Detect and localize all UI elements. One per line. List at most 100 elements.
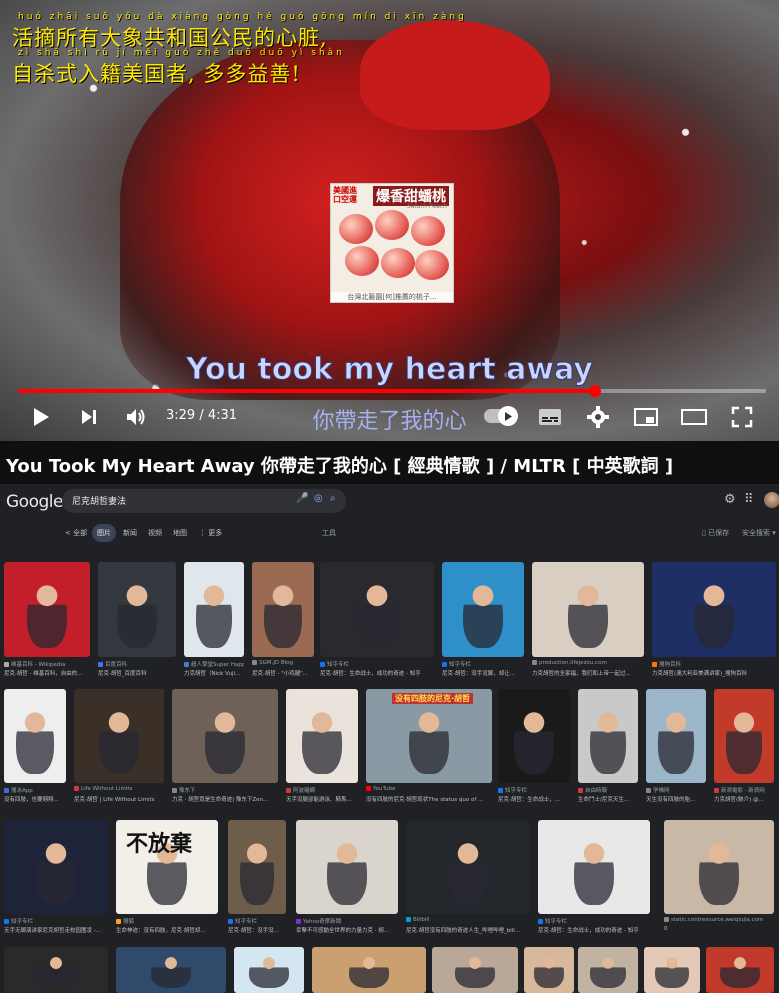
image-result[interactable]: [406, 820, 530, 914]
image-result[interactable]: [234, 947, 304, 993]
result-caption[interactable]: 0: [664, 926, 774, 932]
result-caption[interactable]: 力克胡哲的全家福，我们和上帝一起过...: [532, 669, 644, 677]
mic-icon[interactable]: 🎤: [296, 493, 308, 504]
play-button[interactable]: [28, 402, 54, 432]
result-caption[interactable]: 无手无脚演讲家尼克胡哲走校园圍凌 -...: [4, 926, 108, 934]
result-caption[interactable]: 尼克·胡哲：生命战士，...: [498, 795, 570, 803]
saved-link[interactable]: ▯ 已保存: [702, 528, 729, 538]
result-source[interactable]: 豫东下: [172, 786, 278, 794]
image-result[interactable]: [286, 689, 358, 783]
google-logo[interactable]: Google: [6, 492, 63, 512]
result-caption[interactable]: 没有四肢，也要翱翔...: [4, 795, 66, 803]
fullscreen-button[interactable]: [728, 402, 756, 432]
image-result[interactable]: [184, 562, 244, 657]
result-caption[interactable]: 尼克·胡哲：没手没脚，却让...: [442, 669, 524, 677]
result-caption[interactable]: 尼克·胡哲：生命战士，成功的奇迹 - 知乎: [320, 669, 434, 677]
image-result[interactable]: [320, 562, 434, 657]
result-source[interactable]: 知乎专栏: [228, 917, 286, 925]
image-result[interactable]: [532, 562, 644, 657]
progress-scrubber[interactable]: [588, 385, 601, 397]
result-caption[interactable]: 力克 · 胡哲竟是生命奇迹| 豫东下Zen...: [172, 795, 278, 803]
progress-bar[interactable]: [18, 385, 766, 397]
image-result[interactable]: [578, 689, 638, 783]
image-result[interactable]: [296, 820, 398, 914]
miniplayer-button[interactable]: [632, 402, 660, 432]
image-result[interactable]: [98, 562, 176, 657]
image-result[interactable]: [4, 820, 108, 914]
autoplay-toggle[interactable]: [484, 406, 518, 426]
image-result[interactable]: [524, 947, 574, 993]
result-source[interactable]: static.contresource.weiqiujia.com: [664, 917, 774, 923]
result-caption[interactable]: 尼克·胡哲 | Life Without Limits: [74, 795, 164, 803]
theater-button[interactable]: [680, 402, 708, 432]
lens-icon[interactable]: ◎: [314, 493, 323, 504]
tab-images[interactable]: 图片: [92, 524, 116, 542]
tab-maps[interactable]: 地图: [168, 524, 192, 542]
result-source[interactable]: 自由時報: [578, 786, 638, 794]
result-source[interactable]: SGM.JD Blog: [252, 660, 314, 666]
result-caption[interactable]: 生命鬥士/尼克天生...: [578, 795, 638, 803]
result-caption[interactable]: 没有四肢的尼克·胡哲现状The status quo of ...: [366, 795, 492, 803]
result-caption[interactable]: 无手没腿卻能游泳、騎馬...: [286, 795, 358, 803]
result-source[interactable]: 知乎专栏: [442, 660, 524, 668]
tab-all[interactable]: < 全部: [60, 524, 92, 542]
tab-news[interactable]: 新闻: [118, 524, 142, 542]
image-result[interactable]: [4, 689, 66, 783]
image-result[interactable]: [228, 820, 286, 914]
result-source[interactable]: 知乎专栏: [4, 917, 108, 925]
settings-gear-icon[interactable]: ⚙: [724, 492, 736, 507]
image-result[interactable]: [4, 947, 108, 993]
subtitles-button[interactable]: [536, 402, 564, 432]
result-source[interactable]: 知乎专栏: [320, 660, 434, 668]
safe-search-menu[interactable]: 安全搜索 ▾: [742, 528, 776, 538]
result-caption[interactable]: 尼克·胡哲：没手没...: [228, 926, 286, 934]
image-result[interactable]: [432, 947, 518, 993]
result-source[interactable]: 维基百科 - Wikipedia: [4, 660, 90, 668]
image-result[interactable]: [498, 689, 570, 783]
result-caption[interactable]: 力克胡哲(澳大利亚美满讲家)_搜狗百科: [652, 669, 776, 677]
result-caption[interactable]: 力克胡哲（Nick Vuji...: [184, 669, 244, 677]
image-result[interactable]: [578, 947, 638, 993]
image-result[interactable]: [538, 820, 650, 914]
result-source[interactable]: YouTube: [366, 786, 492, 792]
image-result[interactable]: [644, 947, 700, 993]
result-caption[interactable]: 天生没有四肢的胎...: [646, 795, 706, 803]
next-button[interactable]: [76, 402, 102, 432]
result-caption[interactable]: 尼克·胡哲 - 维基百科，自由的...: [4, 669, 90, 677]
image-result[interactable]: [714, 689, 774, 783]
result-caption[interactable]: 尼克·胡哲 - "小鸡腿"...: [252, 669, 314, 677]
result-source[interactable]: 学佛网: [646, 786, 706, 794]
result-source[interactable]: Bilibili: [406, 917, 530, 923]
result-source[interactable]: Life Without Limits: [74, 786, 164, 792]
result-caption[interactable]: 尼克·胡哲没有四肢的奇迹人生_哔哩哔哩_bili...: [406, 926, 530, 934]
result-caption[interactable]: 尼克·胡哲：生命战士，成功的奇迹 - 知乎: [538, 926, 650, 934]
image-result[interactable]: [646, 689, 706, 783]
result-source[interactable]: 百度百科: [98, 660, 176, 668]
result-source[interactable]: production.lifejezou.com: [532, 660, 644, 666]
search-input[interactable]: 尼克胡哲妻法 🎤 ◎ ⌕: [62, 489, 346, 513]
image-result[interactable]: [116, 947, 226, 993]
result-source[interactable]: 阿波羅網: [286, 786, 358, 794]
avatar[interactable]: [764, 492, 779, 508]
image-result[interactable]: [74, 689, 164, 783]
video-player[interactable]: huó zhāi suǒ yǒu dà xiàng gòng hé guó gō…: [0, 0, 779, 441]
settings-button[interactable]: [584, 402, 612, 432]
tab-more[interactable]: ⋮ 更多: [194, 524, 227, 542]
result-source[interactable]: Yahoo奇摩新聞: [296, 917, 398, 925]
result-source[interactable]: 新浪電影 · 新浪网: [714, 786, 774, 794]
result-caption[interactable]: 力克胡哲(駭介) @...: [714, 795, 774, 803]
apps-grid-icon[interactable]: ⠿: [744, 492, 754, 507]
result-source[interactable]: 知乎专栏: [498, 786, 570, 794]
image-result[interactable]: [706, 947, 774, 993]
result-source[interactable]: 搜狗百科: [652, 660, 776, 668]
image-result[interactable]: [312, 947, 426, 993]
result-source[interactable]: 超人學堂Super Happ...: [184, 660, 244, 668]
image-result[interactable]: [442, 562, 524, 657]
result-caption[interactable]: 幸擊不可感動全世界的力量力克 · 胡...: [296, 926, 398, 934]
ad-image[interactable]: 美國進口空運 爆香甜蟠桃 Saturn Peach 台灣北藝園[何]推薦的桃子.…: [330, 183, 454, 303]
result-caption[interactable]: 尼克·胡哲_百度百科: [98, 669, 176, 677]
image-result[interactable]: [172, 689, 278, 783]
tools-button[interactable]: 工具: [322, 528, 336, 538]
result-caption[interactable]: 生命神迹：没有四肢，尼克·胡哲却...: [116, 926, 218, 934]
search-icon[interactable]: ⌕: [330, 493, 336, 504]
